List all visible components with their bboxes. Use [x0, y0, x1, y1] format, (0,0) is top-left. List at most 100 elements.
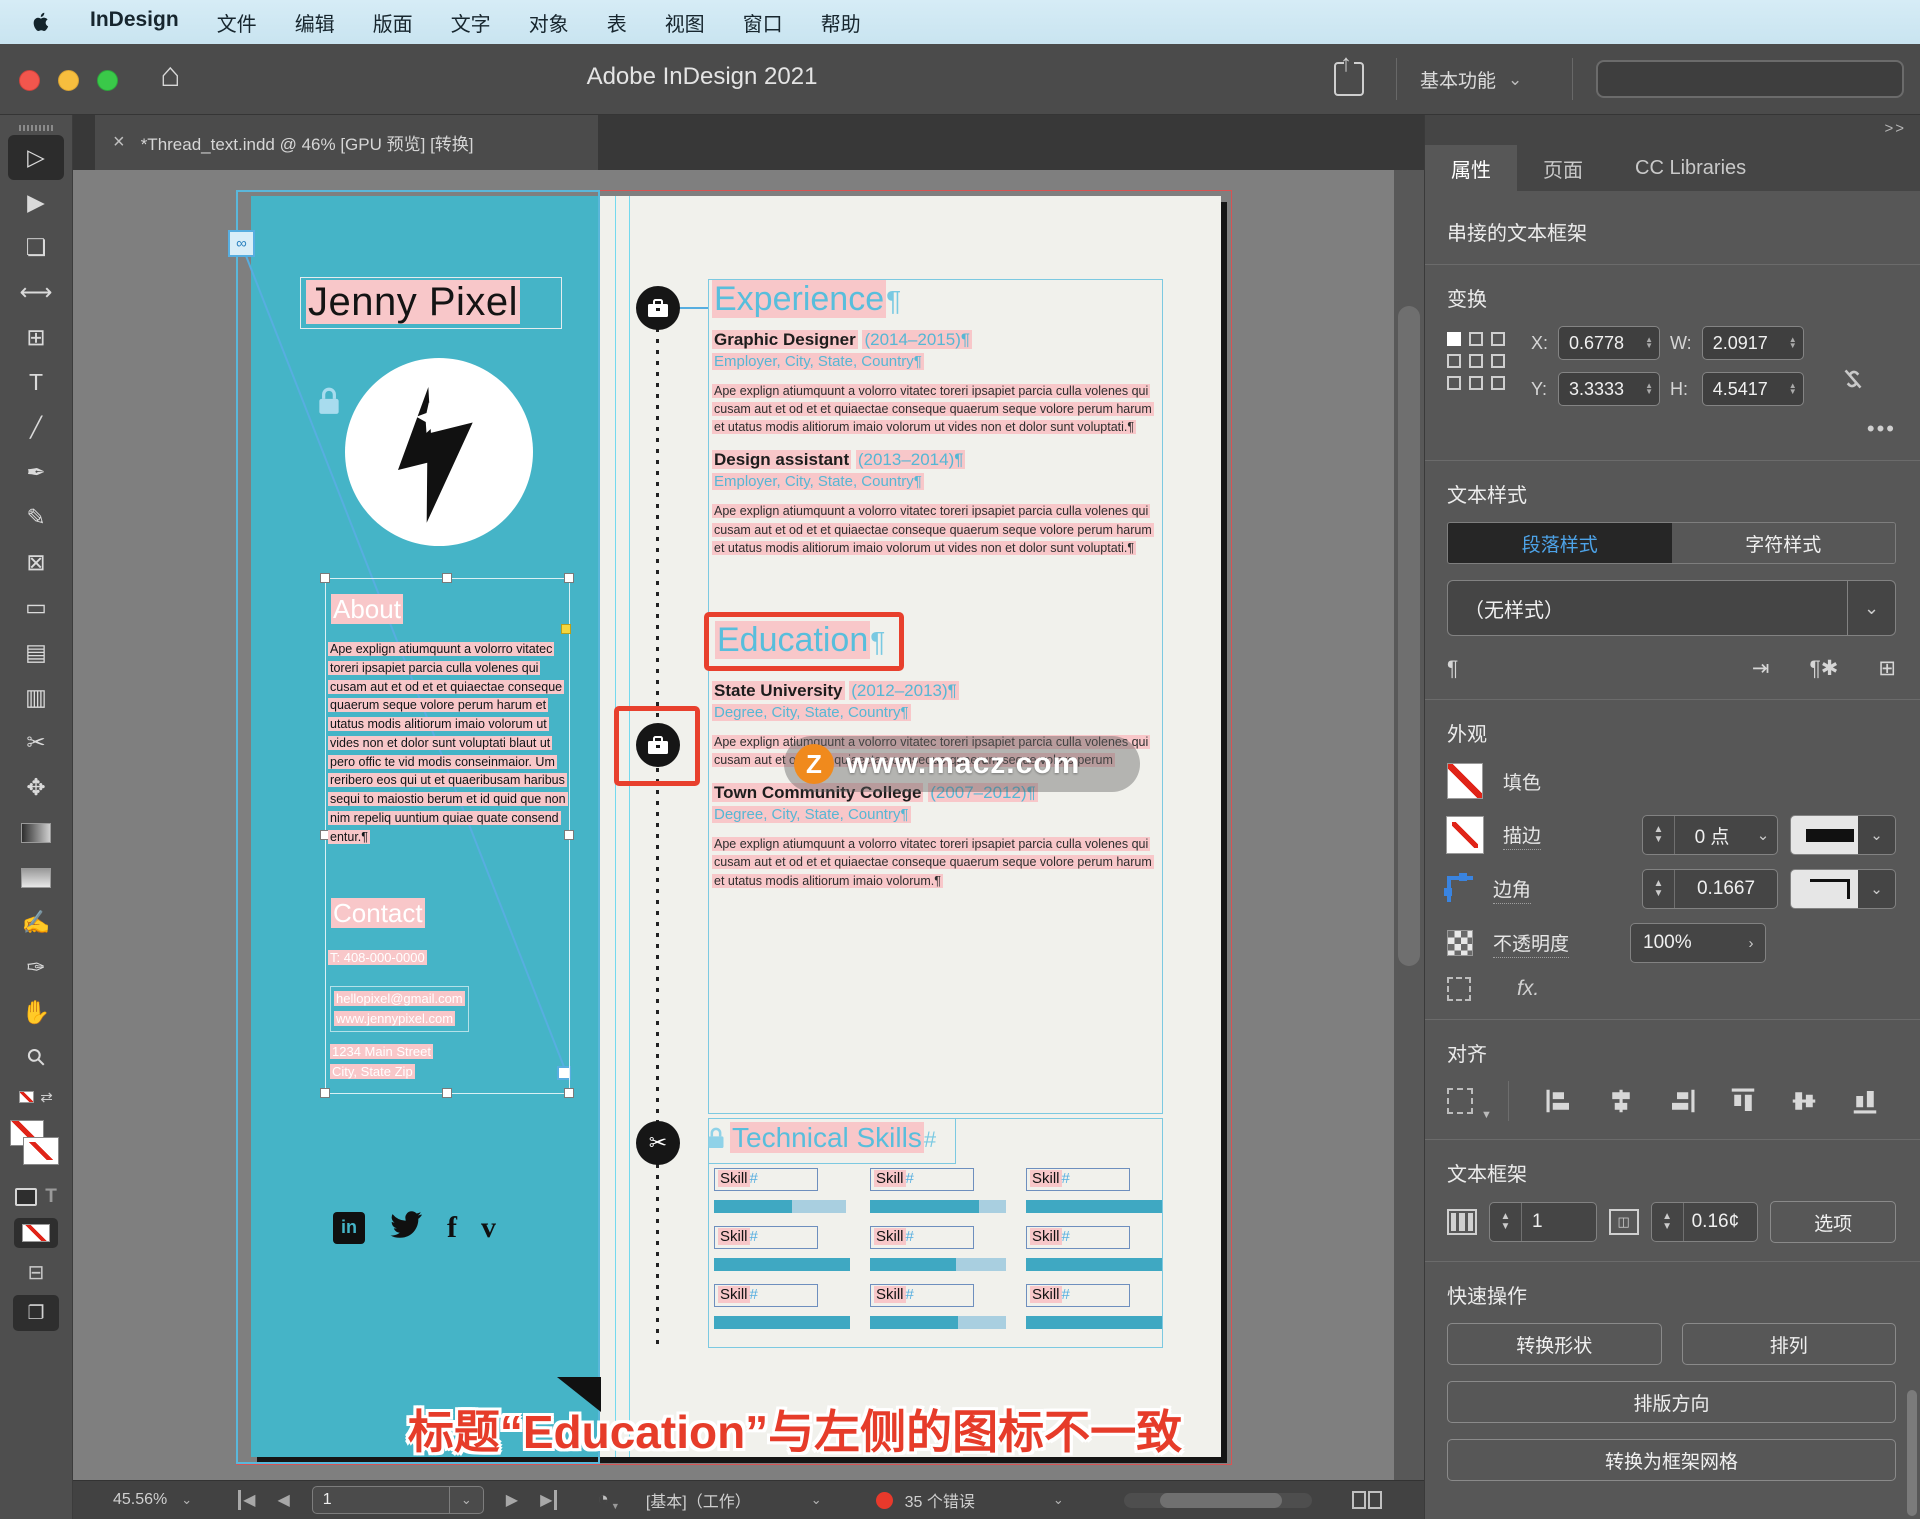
scrollbar-thumb[interactable]	[1398, 306, 1420, 966]
menu-item[interactable]: 窗口	[743, 8, 783, 37]
opacity-label[interactable]: 不透明度	[1493, 929, 1570, 958]
view-options-icon[interactable]: ⊟	[28, 1260, 45, 1285]
opacity-field[interactable]: 100% ›	[1630, 923, 1766, 963]
search-input[interactable]	[1596, 60, 1904, 98]
clear-overrides-icon[interactable]: ¶✱	[1810, 656, 1839, 681]
column-guide[interactable]	[615, 196, 616, 1457]
redefine-style-icon[interactable]: ⇥	[1752, 656, 1770, 681]
fx-icon[interactable]: fx.	[1517, 977, 1539, 1001]
first-page-button[interactable]: ◀	[238, 1490, 255, 1510]
free-transform-tool[interactable]: ✥	[8, 765, 64, 810]
preflight-errors-dropdown[interactable]: 35 个错误 ⌄	[875, 1488, 1064, 1512]
hand-tool[interactable]: ✋	[8, 990, 64, 1035]
last-page-button[interactable]: ▶	[540, 1490, 558, 1510]
w-field[interactable]: 2.0917 ▲ ▼	[1701, 326, 1804, 360]
note-tool[interactable]: ✍	[8, 900, 64, 945]
reference-point-grid[interactable]	[1447, 332, 1509, 394]
corner-radius-stepper[interactable]: ▲ ▼ 0.1667	[1642, 869, 1778, 909]
character-styles-tab[interactable]: 字符样式	[1671, 523, 1895, 563]
zoom-tool[interactable]: ⚲	[8, 1035, 64, 1080]
align-bottom-button[interactable]	[1835, 1086, 1896, 1116]
stroke-color-swatch[interactable]	[23, 1137, 59, 1165]
formatting-affects-container-button[interactable]	[15, 1188, 38, 1206]
rectangle-tool[interactable]: ▭	[8, 585, 64, 630]
corner-options-icon[interactable]	[1444, 873, 1473, 902]
selection-tool[interactable]: ▷	[8, 135, 64, 180]
writing-direction-button[interactable]: 排版方向	[1447, 1381, 1896, 1423]
menu-item[interactable]: InDesign	[90, 8, 179, 37]
menu-item[interactable]: 对象	[529, 8, 569, 37]
stroke-label[interactable]: 描边	[1503, 821, 1542, 850]
gutter-stepper[interactable]: ▲ ▼ 0.16¢	[1650, 1202, 1759, 1242]
next-page-button[interactable]: ▶	[506, 1490, 518, 1510]
eyedropper-tool[interactable]: ✑	[8, 945, 64, 990]
collapse-panel-icon[interactable]: >>	[1884, 120, 1906, 137]
thread-in-port-icon[interactable]: ∞	[228, 230, 255, 257]
column-guide[interactable]	[629, 196, 630, 1457]
resume-name[interactable]: Jenny Pixel	[306, 280, 521, 325]
fill-none-swatch[interactable]	[1447, 763, 1483, 799]
grid-tool[interactable]: ▥	[8, 675, 64, 720]
selection-handle[interactable]	[320, 573, 330, 583]
live-corner-handle[interactable]	[561, 624, 571, 634]
direct-selection-tool[interactable]: ▶	[8, 180, 64, 225]
menu-item[interactable]: 文字	[451, 8, 491, 37]
selection-handle[interactable]	[564, 1088, 574, 1098]
tab-pages[interactable]: 页面	[1517, 145, 1609, 191]
formatting-affects-text-button[interactable]: T	[45, 1186, 57, 1208]
align-to-icon[interactable]	[1447, 1088, 1473, 1114]
menu-item[interactable]: 帮助	[821, 8, 861, 37]
swap-fill-stroke[interactable]: ⇄	[19, 1088, 53, 1106]
style-dropdown[interactable]: （无样式） ⌄	[1447, 580, 1896, 636]
share-icon[interactable]	[1334, 50, 1364, 96]
scissors-tool[interactable]: ✂	[8, 720, 64, 765]
align-center-horizontal-button[interactable]	[1590, 1086, 1651, 1116]
y-field[interactable]: 3.3333 ▲ ▼	[1558, 372, 1661, 406]
menu-item[interactable]: 表	[607, 8, 627, 37]
text-frame-options-button[interactable]: 选项	[1770, 1201, 1896, 1243]
gap-tool[interactable]: ⟷	[8, 270, 64, 315]
align-right-button[interactable]	[1651, 1086, 1712, 1116]
gradient-feather-tool[interactable]	[8, 855, 64, 900]
new-style-icon[interactable]: ⊞	[1878, 656, 1896, 681]
align-top-button[interactable]	[1712, 1086, 1773, 1116]
selection-handle[interactable]	[442, 1088, 452, 1098]
menu-item[interactable]: 版面	[373, 8, 413, 37]
close-tab-icon[interactable]: ×	[113, 131, 125, 154]
document-tab[interactable]: × *Thread_text.indd @ 46% [GPU 预览] [转换]	[95, 115, 598, 170]
selection-handle[interactable]	[442, 573, 452, 583]
preflight-menu[interactable]: ◔ ▼	[597, 1489, 619, 1511]
line-tool[interactable]: ╱	[8, 405, 64, 450]
menu-item[interactable]: 视图	[665, 8, 705, 37]
scrollbar-thumb[interactable]	[1159, 1492, 1282, 1508]
workspace-switcher[interactable]: 基本功能 ⌄	[1420, 66, 1522, 93]
split-window-icon[interactable]	[1351, 1491, 1382, 1509]
frame-tool[interactable]: ⊠	[8, 540, 64, 585]
selection-handle[interactable]	[320, 1088, 330, 1098]
apple-icon[interactable]	[30, 9, 52, 35]
panel-grip[interactable]	[19, 125, 53, 131]
selection-handle[interactable]	[564, 573, 574, 583]
convert-shape-button[interactable]: 转换形状	[1447, 1323, 1662, 1365]
pen-tool[interactable]: ✒	[8, 450, 64, 495]
paragraph-mark-icon[interactable]: ¶	[1447, 657, 1458, 681]
stroke-weight-stepper[interactable]: ▲ ▼ 0 点 ⌄	[1642, 815, 1778, 855]
screen-mode-button[interactable]: ❐	[13, 1295, 59, 1331]
chevron-down-icon[interactable]: ⌄	[1858, 815, 1896, 855]
tab-cc-libraries[interactable]: CC Libraries	[1609, 145, 1772, 191]
page-tool[interactable]: ❏	[8, 225, 64, 270]
content-collector-tool[interactable]: ⊞	[8, 315, 64, 360]
preflight-profile-dropdown[interactable]: [基本]（工作） ⌄	[646, 1488, 822, 1512]
page-number-field[interactable]: 1 ⌄	[311, 1486, 484, 1514]
table-tool[interactable]: ▤	[8, 630, 64, 675]
menu-item[interactable]: 编辑	[295, 8, 335, 37]
tab-properties[interactable]: 属性	[1425, 145, 1517, 191]
stroke-none-swatch[interactable]	[1446, 816, 1484, 854]
chevron-down-icon[interactable]: ⌄	[1858, 869, 1896, 909]
constrain-proportions-broken-icon[interactable]	[1840, 364, 1866, 394]
apply-none-button[interactable]	[14, 1218, 58, 1248]
canvas-horizontal-scrollbar[interactable]	[1123, 1492, 1312, 1508]
align-center-vertical-button[interactable]	[1774, 1086, 1835, 1116]
canvas-vertical-scrollbar[interactable]	[1394, 170, 1424, 1480]
logo-mark[interactable]	[345, 358, 533, 546]
